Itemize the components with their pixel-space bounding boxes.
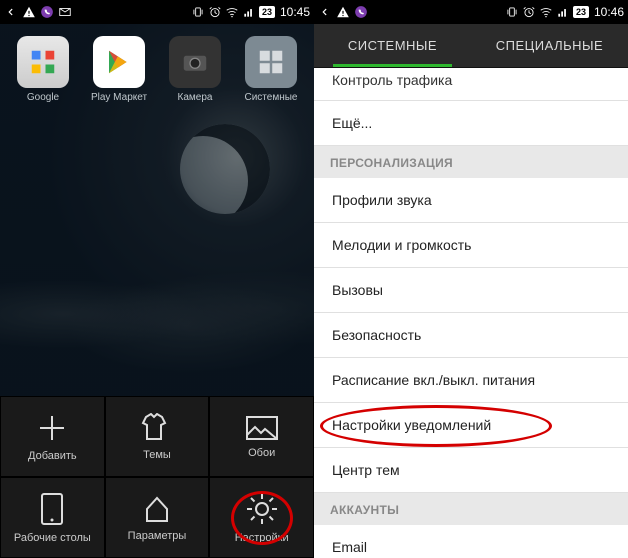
item-label: Центр тем [332,462,400,478]
settings-screen: 23 10:46 СИСТЕМНЫЕ СПЕЦИАЛЬНЫЕ Контроль … [314,0,628,558]
grid-wallpapers[interactable]: Обои [209,396,314,477]
tab-special[interactable]: СПЕЦИАЛЬНЫЕ [471,24,628,67]
settings-item-security[interactable]: Безопасность [314,313,628,358]
grid-label: Рабочие столы [14,532,91,544]
item-label: Email [332,539,367,555]
clock-time: 10:45 [280,5,310,19]
settings-item-sound-profiles[interactable]: Профили звука [314,178,628,223]
grid-label: Параметры [128,530,187,542]
grid-add[interactable]: Добавить [0,396,105,477]
app-play-market[interactable]: Play Маркет [84,36,154,103]
item-label: Ещё... [332,115,372,131]
app-row: Google Play Маркет Камера Системные [8,36,306,103]
vibrate-icon [505,5,519,19]
app-label: Play Маркет [84,92,154,103]
alarm-icon [522,5,536,19]
play-store-icon [93,36,145,88]
system-folder-icon [245,36,297,88]
viber-icon [354,5,368,19]
settings-item-calls[interactable]: Вызовы [314,268,628,313]
tab-label: СИСТЕМНЫЕ [348,38,437,53]
app-google[interactable]: Google [8,36,78,103]
signal-icon [556,5,570,19]
app-label: Камера [160,92,230,103]
google-folder-icon [17,36,69,88]
status-bar-right: 23 10:46 [314,0,628,24]
gear-icon [245,492,279,526]
vibrate-icon [191,5,205,19]
app-system[interactable]: Системные [236,36,306,103]
launcher-options-grid: Добавить Темы Обои Рабочие столы Парамет… [0,396,314,558]
wifi-icon [539,5,553,19]
settings-tabs: СИСТЕМНЫЕ СПЕЦИАЛЬНЫЕ [314,24,628,68]
viber-icon [40,5,54,19]
app-label: Google [8,92,78,103]
item-label: Контроль трафика [332,72,452,88]
home-screen: 23 10:45 Google Play Маркет Камера [0,0,314,558]
warning-icon [22,5,36,19]
tab-label: СПЕЦИАЛЬНЫЕ [496,38,603,53]
settings-item-power-schedule[interactable]: Расписание вкл./выкл. питания [314,358,628,403]
grid-label: Обои [248,447,275,459]
alarm-icon [208,5,222,19]
app-camera[interactable]: Камера [160,36,230,103]
grid-parameters[interactable]: Параметры [105,477,210,558]
grid-settings[interactable]: Настройки [209,477,314,558]
tab-system[interactable]: СИСТЕМНЫЕ [314,24,471,67]
grid-desktops[interactable]: Рабочие столы [0,477,105,558]
item-label: Настройки уведомлений [332,417,491,433]
settings-item-more[interactable]: Ещё... [314,101,628,146]
grid-label: Добавить [28,450,77,462]
settings-item-traffic[interactable]: Контроль трафика [314,68,628,101]
app-label: Системные [236,92,306,103]
item-label: Профили звука [332,192,432,208]
section-header-accounts: АККАУНТЫ [314,493,628,525]
tablet-icon [39,492,65,526]
tshirt-icon [140,413,174,443]
section-header-personalization: ПЕРСОНАЛИЗАЦИЯ [314,146,628,178]
clock-time: 10:46 [594,5,624,19]
picture-icon [245,415,279,441]
settings-item-notification-settings[interactable]: Настройки уведомлений [314,403,628,448]
grid-label: Настройки [235,532,289,544]
battery-badge: 23 [259,6,275,18]
item-label: Мелодии и громкость [332,237,471,253]
warning-icon [336,5,350,19]
settings-item-ringtones[interactable]: Мелодии и громкость [314,223,628,268]
camera-icon [169,36,221,88]
grid-themes[interactable]: Темы [105,396,210,477]
signal-icon [242,5,256,19]
envelope-icon [58,5,72,19]
item-label: Безопасность [332,327,421,343]
wifi-icon [225,5,239,19]
grid-label: Темы [143,449,171,461]
status-bar-left: 23 10:45 [0,0,314,24]
settings-item-email[interactable]: Email [314,525,628,558]
plus-icon [36,412,68,444]
settings-item-theme-center[interactable]: Центр тем [314,448,628,493]
item-label: Расписание вкл./выкл. питания [332,372,535,388]
arrow-left-icon [318,5,332,19]
item-label: Вызовы [332,282,383,298]
settings-list[interactable]: Контроль трафика Ещё... ПЕРСОНАЛИЗАЦИЯ П… [314,68,628,558]
home-icon [142,494,172,524]
arrow-left-icon [4,5,18,19]
battery-badge: 23 [573,6,589,18]
